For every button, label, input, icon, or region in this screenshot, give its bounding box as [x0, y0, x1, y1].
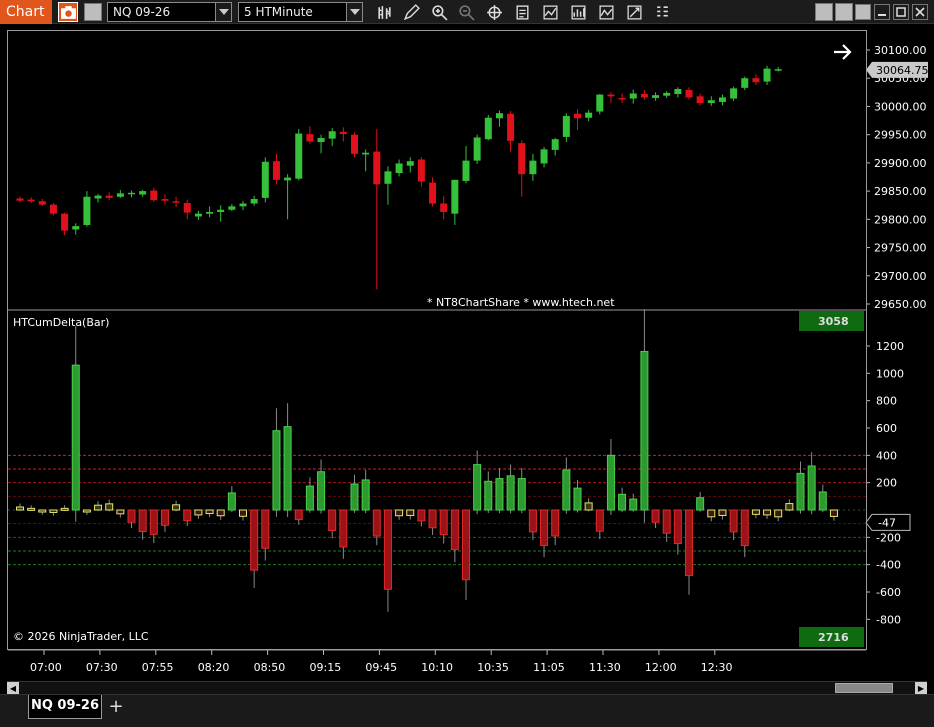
- delta-axis-label: -800: [876, 613, 901, 626]
- x-axis-label: 08:50: [254, 661, 286, 674]
- price-axis-label: 30000.00: [874, 100, 927, 113]
- arrow-right-icon[interactable]: [832, 42, 854, 66]
- copyright-text: © 2026 NinjaTrader, LLC: [13, 630, 149, 643]
- current-delta-label: -47: [878, 516, 896, 529]
- horizontal-scrollbar[interactable]: ◀ ▶: [7, 681, 927, 694]
- tab-instrument[interactable]: NQ 09-26: [28, 695, 102, 719]
- delta-axis-label: 400: [876, 449, 897, 462]
- x-axis-label: 07:00: [30, 661, 62, 674]
- price-axis-label: 29850.00: [874, 185, 927, 198]
- x-axis-label: 07:30: [86, 661, 118, 674]
- delta-axis-label: 800: [876, 395, 897, 408]
- x-axis-label: 12:00: [645, 661, 677, 674]
- delta-panel-title: HTCumDelta(Bar): [13, 316, 110, 329]
- price-axis-label: 29700.00: [874, 270, 927, 283]
- scroll-left-icon[interactable]: ◀: [7, 682, 19, 694]
- scrollbar-thumb[interactable]: [835, 683, 893, 693]
- x-axis-label: 11:30: [589, 661, 621, 674]
- price-axis-label: 29900.00: [874, 157, 927, 170]
- price-axis-label: 29650.00: [874, 298, 927, 311]
- x-axis-label: 11:05: [533, 661, 565, 674]
- delta-axis-label: -200: [876, 531, 901, 544]
- scroll-right-icon[interactable]: ▶: [915, 682, 927, 694]
- price-axis-label: 29950.00: [874, 129, 927, 142]
- chart-frame: [7, 30, 867, 650]
- price-axis-label: 30100.00: [874, 44, 927, 57]
- x-axis-label: 09:15: [310, 661, 342, 674]
- price-axis-label: 29800.00: [874, 213, 927, 226]
- delta-axis-label: 200: [876, 477, 897, 490]
- x-axis-label: 09:45: [365, 661, 397, 674]
- delta-axis-label: 1200: [876, 340, 904, 353]
- x-axis-label: 10:35: [477, 661, 509, 674]
- watermark-text: * NT8ChartShare * www.htech.net: [427, 296, 615, 309]
- delta-axis-label: -400: [876, 559, 901, 572]
- x-axis-label: 07:55: [142, 661, 174, 674]
- delta-axis-label: 600: [876, 422, 897, 435]
- delta-axis-label: -600: [876, 586, 901, 599]
- x-axis-label: 12:30: [701, 661, 733, 674]
- delta-axis-label: 1000: [876, 367, 904, 380]
- current-price-label: 30064.75: [876, 64, 929, 77]
- x-axis-label: 08:20: [198, 661, 230, 674]
- tab-bar: NQ 09-26 +: [0, 694, 934, 727]
- add-tab-button[interactable]: +: [106, 697, 126, 717]
- x-axis-label: 10:10: [421, 661, 453, 674]
- price-axis-label: 29750.00: [874, 242, 927, 255]
